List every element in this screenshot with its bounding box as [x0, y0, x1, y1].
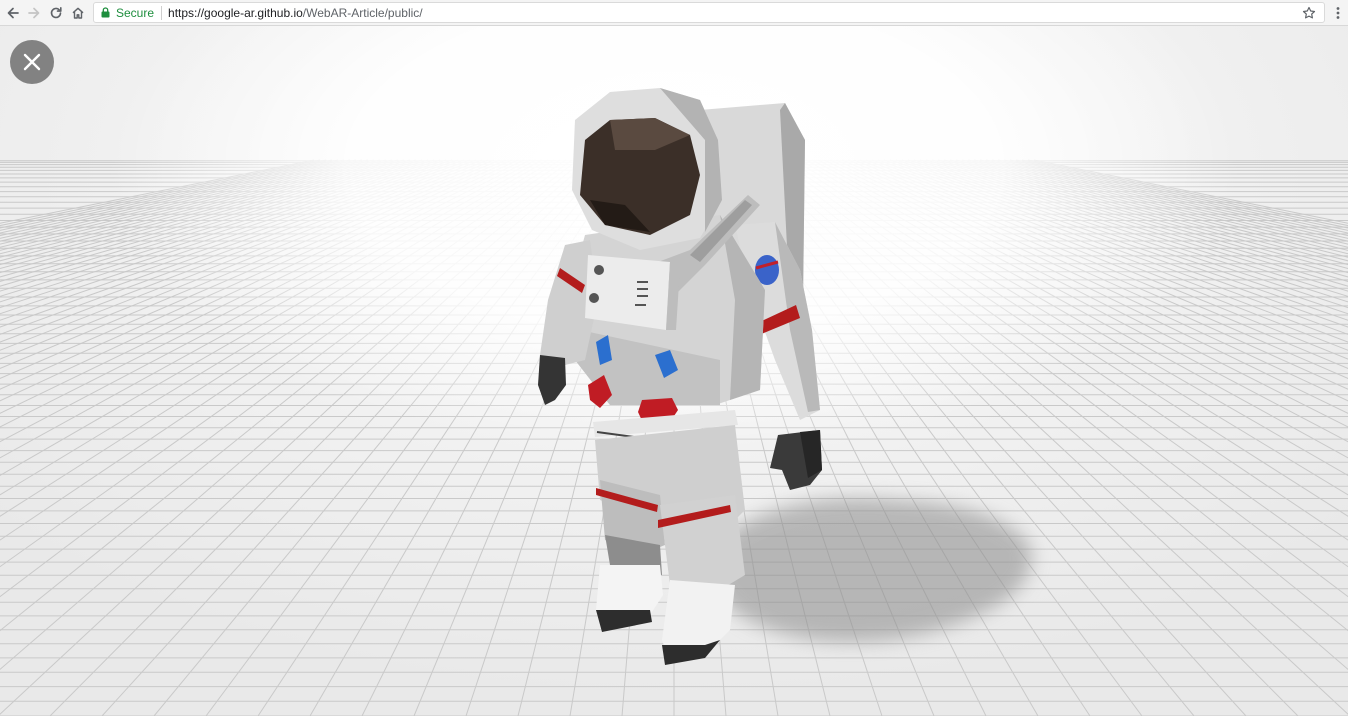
- star-icon: [1302, 6, 1316, 19]
- url-path: /WebAR-Article/public/: [302, 5, 423, 20]
- browser-menu-button[interactable]: [1331, 3, 1345, 23]
- home-button[interactable]: [68, 3, 88, 23]
- browser-toolbar: Secure https://google-ar.github.io/WebAR…: [0, 0, 1348, 26]
- address-divider: [161, 5, 163, 20]
- astronaut-scene: [0, 26, 1348, 716]
- back-button[interactable]: [3, 3, 23, 23]
- forward-button[interactable]: [24, 3, 44, 23]
- url-text[interactable]: https://google-ar.github.io/WebAR-Articl…: [168, 6, 423, 20]
- bookmark-button[interactable]: [1300, 4, 1318, 22]
- lock-icon: [101, 7, 110, 18]
- ar-viewer[interactable]: [0, 26, 1348, 716]
- url-host: https://google-ar.github.io: [168, 5, 303, 20]
- arrow-right-icon: [28, 7, 40, 19]
- home-icon: [72, 7, 84, 19]
- address-bar[interactable]: Secure https://google-ar.github.io/WebAR…: [93, 2, 1325, 23]
- kebab-menu-icon: [1336, 7, 1340, 19]
- secure-label: Secure: [116, 5, 155, 20]
- close-button[interactable]: [10, 40, 54, 84]
- arrow-left-icon: [7, 7, 19, 19]
- close-icon: [23, 53, 41, 71]
- reload-button[interactable]: [46, 3, 66, 23]
- reload-icon: [50, 7, 62, 19]
